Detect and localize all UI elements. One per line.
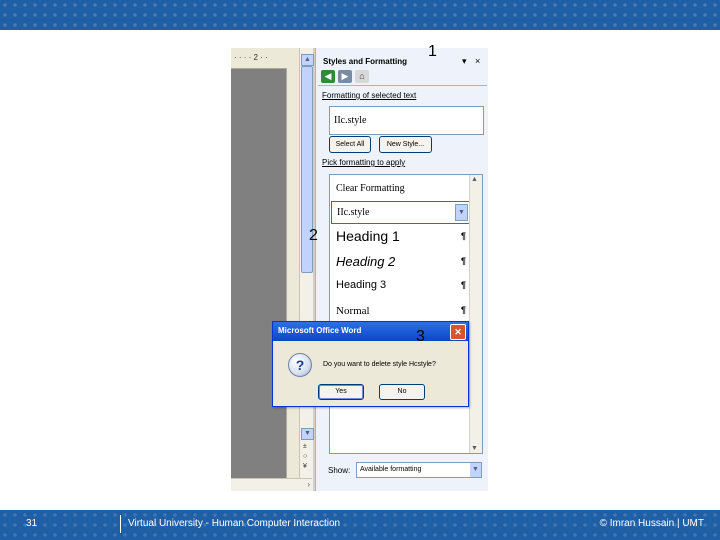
paragraph-mark-icon: ¶	[460, 280, 466, 290]
home-icon[interactable]: ⌂	[355, 70, 369, 83]
yes-button[interactable]: Yes	[318, 384, 364, 400]
style-heading-2[interactable]: Heading 2	[336, 254, 395, 269]
paragraph-mark-icon: ¶	[460, 231, 466, 241]
selected-style-text: IIc.style	[334, 115, 367, 126]
prev-page-icon[interactable]: ±	[303, 443, 307, 450]
dialog-title-bar[interactable]: Microsoft Office Word ✕	[273, 322, 468, 341]
word-screenshot: · · · · 2 · · ▲ ▼ ± ○ ¥ › Styles and For…	[231, 48, 488, 491]
forward-icon[interactable]: ▶	[338, 70, 352, 83]
pane-menu-icon[interactable]: ▾	[462, 56, 467, 67]
dialog-title: Microsoft Office Word	[278, 326, 362, 335]
formatting-selected-label: Formatting of selected text	[322, 91, 417, 100]
paragraph-mark-icon: ¶	[460, 305, 466, 315]
footer-divider	[120, 515, 121, 533]
pane-divider	[318, 85, 487, 86]
paragraph-mark-icon: ¶	[460, 256, 466, 266]
style-normal[interactable]: Normal	[336, 305, 370, 317]
style-dropdown-icon[interactable]: ▼	[455, 204, 468, 221]
show-select[interactable]: Available formatting ▼	[356, 462, 482, 478]
close-icon[interactable]: ✕	[450, 324, 466, 340]
callout-2: 2	[309, 227, 318, 244]
no-button[interactable]: No	[379, 384, 425, 400]
next-page-icon[interactable]: ¥	[303, 463, 307, 470]
footer-credit: © Imran Hussain | UMT	[599, 518, 704, 529]
style-heading-3[interactable]: Heading 3	[336, 279, 386, 291]
style-item-selected[interactable]: IIc.style ▼	[331, 201, 470, 224]
new-style-button[interactable]: New Style...	[379, 136, 432, 153]
show-label: Show:	[328, 466, 351, 475]
pane-title: Styles and Formatting	[323, 57, 408, 66]
footer-title: Virtual University - Human Computer Inte…	[128, 518, 341, 529]
select-all-button[interactable]: Select All	[329, 136, 371, 153]
slide-number: 31	[26, 518, 38, 529]
back-icon[interactable]: ◀	[321, 70, 335, 83]
selected-style-box: IIc.style	[329, 106, 484, 135]
chevron-down-icon[interactable]: ▼	[470, 463, 481, 477]
show-select-value: Available formatting	[360, 466, 422, 473]
styles-task-pane: Styles and Formatting ▾ × ◀ ▶ ⌂ Formatti…	[315, 48, 488, 491]
style-clear-formatting[interactable]: Clear Formatting	[336, 183, 405, 194]
scroll-right-icon[interactable]: ›	[307, 480, 310, 489]
style-heading-1[interactable]: Heading 1	[336, 228, 400, 244]
document-area	[231, 48, 286, 491]
list-scroll-down-icon[interactable]: ▼	[471, 445, 478, 452]
styles-list: Clear Formatting IIc.style ▼ Heading 1 ¶…	[329, 174, 483, 454]
slide-header-band	[0, 0, 720, 30]
question-icon: ?	[288, 353, 312, 377]
horizontal-scrollbar[interactable]: ›	[231, 478, 312, 491]
browse-object-icon[interactable]: ○	[303, 453, 307, 460]
list-scroll-up-icon[interactable]: ▲	[471, 176, 478, 183]
document-margin	[286, 68, 300, 478]
document-vertical-scrollbar[interactable]: ▲ ▼ ± ○ ¥	[299, 48, 314, 491]
style-iic: IIc.style	[337, 207, 370, 218]
pane-toolbar: ◀ ▶ ⌂	[321, 70, 369, 83]
scroll-down-icon[interactable]: ▼	[301, 428, 314, 440]
ruler: · · · · 2 · ·	[231, 48, 299, 69]
dialog-message: Do you want to delete style Hcstyle?	[323, 361, 436, 368]
delete-style-dialog: Microsoft Office Word ✕ ? Do you want to…	[272, 321, 469, 407]
pane-close-icon[interactable]: ×	[475, 56, 480, 66]
scroll-up-icon[interactable]: ▲	[301, 54, 314, 66]
callout-3: 3	[416, 328, 425, 345]
pick-formatting-label: Pick formatting to apply	[322, 158, 406, 167]
styles-list-scrollbar[interactable]: ▲ ▼	[469, 175, 482, 453]
callout-1: 1	[428, 43, 437, 60]
